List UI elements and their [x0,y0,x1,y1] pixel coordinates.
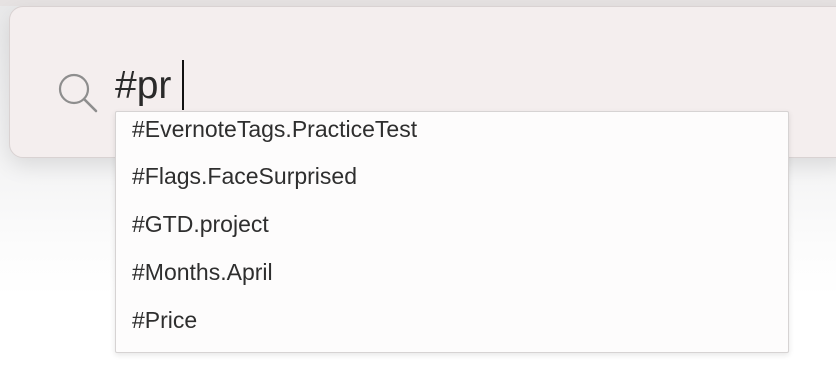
suggestion-item[interactable]: #GTD.project [116,200,788,248]
search-icon [58,73,98,113]
suggestion-item[interactable]: #Flags.FaceSurprised [116,152,788,200]
search-input[interactable]: #pr [115,60,171,112]
text-caret [182,60,184,110]
suggestion-dropdown: #EvernoteTags.PracticeTest #Flags.FaceSu… [115,111,789,353]
suggestion-item[interactable]: #Price [116,296,788,344]
suggestion-item[interactable]: #EvernoteTags.PracticeTest [116,112,788,152]
suggestion-item[interactable]: #Months.April [116,248,788,296]
